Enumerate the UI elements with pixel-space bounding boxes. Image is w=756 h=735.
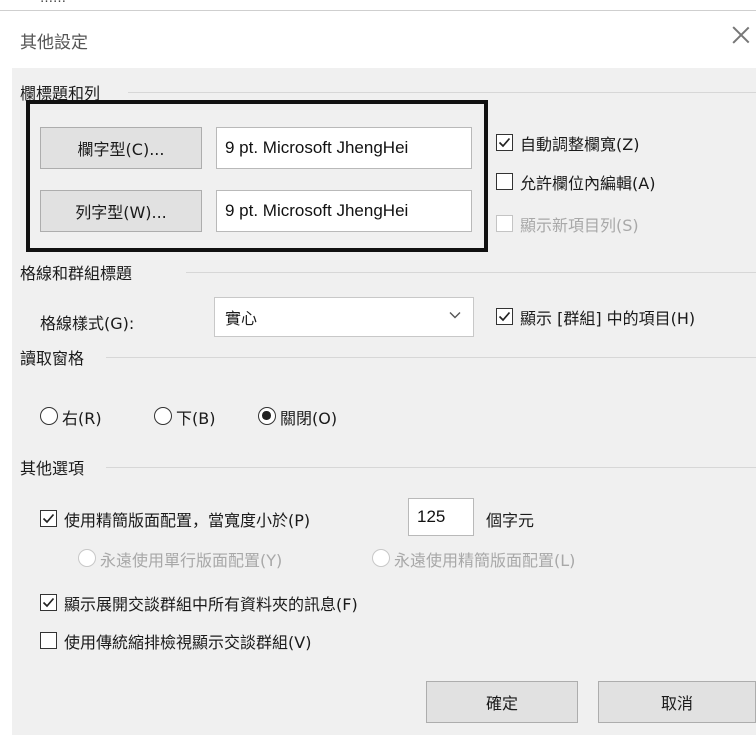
- compact-width-unit: 個字元: [486, 511, 535, 530]
- show-new-item-row-label: 顯示新項目列(S): [520, 216, 639, 235]
- section-grid-lines: 格線和群組標題: [20, 264, 133, 283]
- close-icon[interactable]: [730, 24, 752, 46]
- compact-layout-checkbox[interactable]: [40, 510, 57, 527]
- section-reading-pane: 讀取窗格: [20, 349, 85, 368]
- chevron-down-icon: [449, 312, 461, 319]
- compact-layout-label: 使用精簡版面配置，當寬度小於(P): [64, 511, 311, 530]
- show-all-folders-checkbox[interactable]: [40, 594, 57, 611]
- check-icon: [498, 311, 511, 322]
- radio-selected-dot: [262, 411, 271, 420]
- section-divider: [128, 92, 756, 93]
- show-new-item-row-checkbox[interactable]: [496, 215, 513, 232]
- check-icon: [42, 513, 55, 524]
- compact-width-input[interactable]: 125: [408, 498, 474, 536]
- section-other-options: 其他選項: [20, 459, 85, 478]
- always-compact-label: 永遠使用精簡版面配置(L): [394, 551, 576, 570]
- ok-button[interactable]: 確定: [426, 681, 578, 723]
- grid-style-value: 實心: [225, 309, 258, 328]
- section-divider: [186, 272, 756, 273]
- auto-column-width-label: 自動調整欄寬(Z): [520, 135, 640, 154]
- check-icon: [42, 597, 55, 608]
- reading-pane-right-radio[interactable]: [40, 407, 58, 425]
- show-in-group-checkbox[interactable]: [496, 308, 513, 325]
- show-in-group-label: 顯示 [群組] 中的項目(H): [520, 309, 696, 328]
- always-single-line-radio[interactable]: [78, 549, 96, 567]
- cancel-button[interactable]: 取消: [598, 681, 756, 723]
- dialog-title: 其他設定: [20, 33, 88, 53]
- grid-style-label: 格線樣式(G):: [40, 314, 135, 333]
- auto-column-width-checkbox[interactable]: [496, 134, 513, 151]
- always-compact-radio[interactable]: [372, 549, 390, 567]
- top-divider: [0, 10, 756, 11]
- classic-indent-checkbox[interactable]: [40, 632, 57, 649]
- grid-style-dropdown[interactable]: 實心: [214, 297, 474, 337]
- reading-pane-bottom-radio[interactable]: [154, 407, 172, 425]
- allow-in-cell-edit-label: 允許欄位內編輯(A): [520, 174, 656, 193]
- reading-pane-off-radio[interactable]: [258, 407, 276, 425]
- section-divider: [106, 467, 756, 468]
- allow-in-cell-edit-checkbox[interactable]: [496, 173, 513, 190]
- classic-indent-label: 使用傳統縮排檢視顯示交談群組(V): [64, 633, 312, 652]
- reading-pane-bottom-label: 下(B): [176, 409, 216, 428]
- check-icon: [498, 137, 511, 148]
- highlight-box: [26, 100, 488, 252]
- section-divider: [106, 357, 756, 358]
- show-all-folders-label: 顯示展開交談群組中所有資料夾的訊息(F): [64, 595, 358, 614]
- reading-pane-right-label: 右(R): [62, 409, 102, 428]
- top-fragment: ……: [40, 0, 66, 6]
- top-strip: ……: [0, 0, 756, 10]
- always-single-line-label: 永遠使用單行版面配置(Y): [100, 551, 283, 570]
- reading-pane-off-label: 關閉(O): [280, 409, 338, 428]
